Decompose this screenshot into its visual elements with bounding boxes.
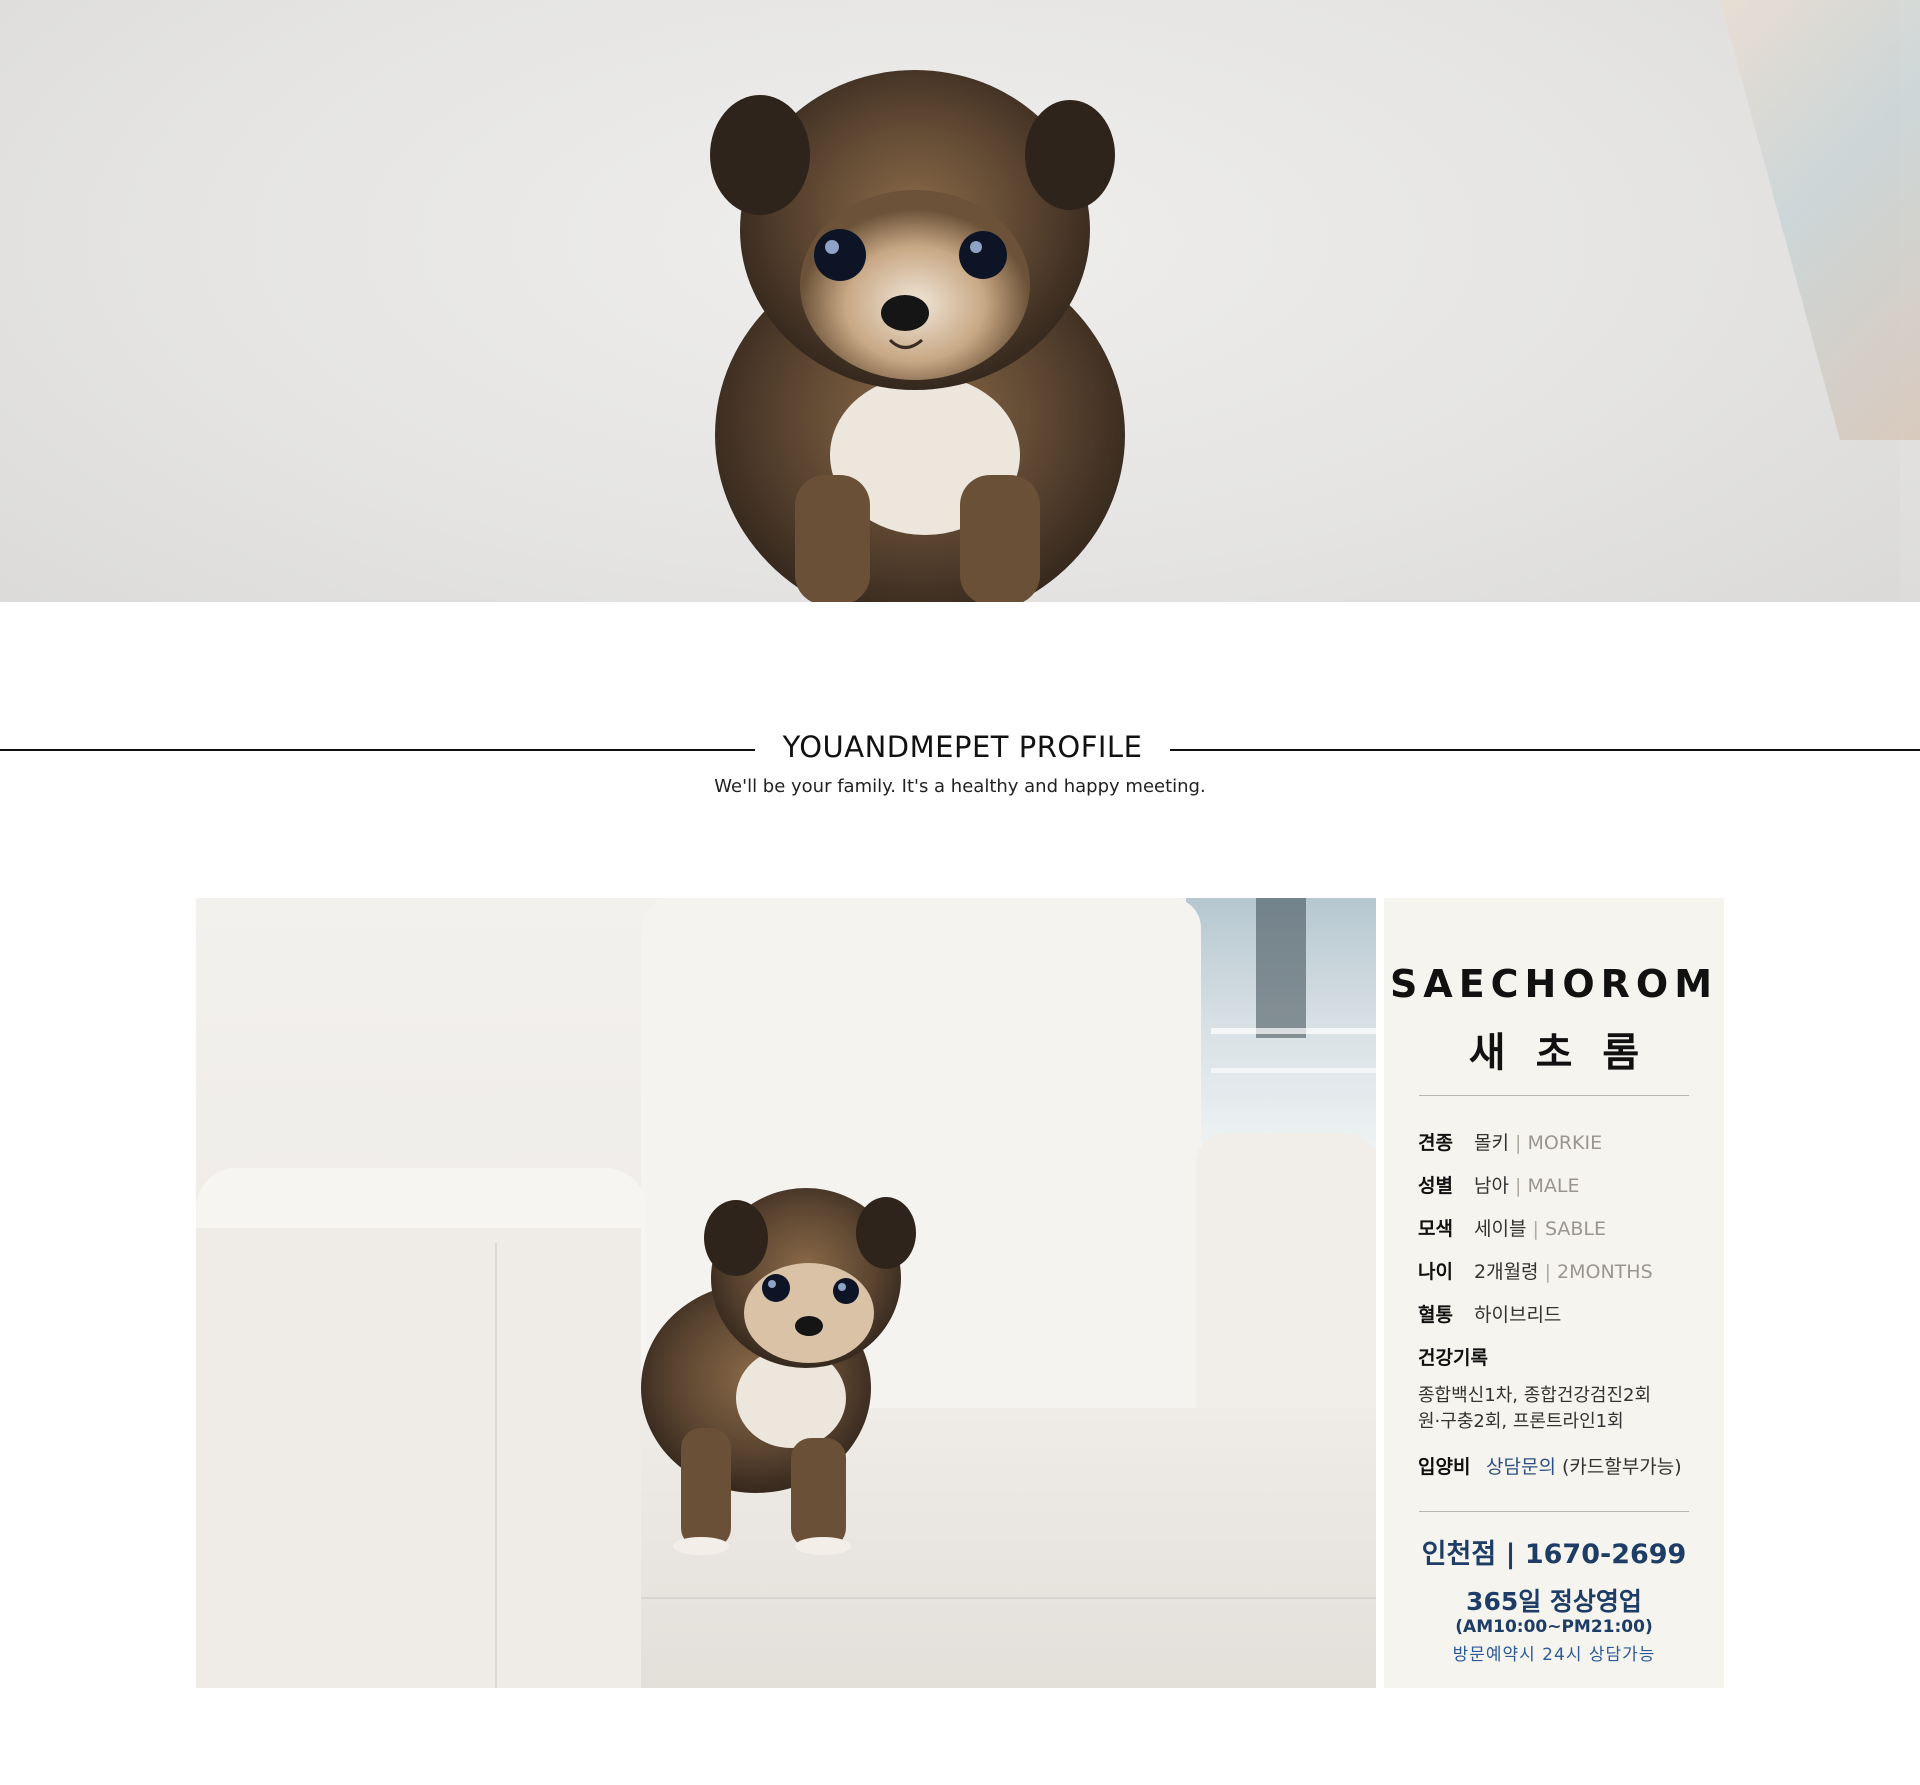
info-divider-bottom — [1419, 1511, 1689, 1512]
bloodline-value: 하이브리드 — [1474, 1304, 1562, 1326]
profile-puppy-image — [196, 898, 1376, 1688]
price-inquiry-link[interactable]: 상담문의 — [1486, 1456, 1556, 1478]
age-separator: | — [1544, 1261, 1551, 1283]
health-record: 종합백신1차, 종합건강검진2회 원·구충2회, 프론트라인1회 — [1418, 1383, 1708, 1435]
health-record-line-2: 원·구충2회, 프론트라인1회 — [1418, 1411, 1624, 1432]
color-value-english: SABLE — [1544, 1218, 1606, 1240]
branch-phone[interactable]: 인천점 | 1670-2699 — [1384, 1532, 1724, 1571]
health-label: 건강기록 — [1418, 1347, 1488, 1369]
section-subtitle: We'll be your family. It's a healthy and… — [714, 776, 1206, 797]
open-days: 365일 정상영업 — [1466, 1587, 1642, 1616]
color-label: 모색 — [1418, 1218, 1453, 1240]
bloodline-label: 혈통 — [1418, 1304, 1453, 1326]
gender-row: 성별 남아 | MALE — [1418, 1171, 1708, 1198]
color-separator: | — [1532, 1218, 1539, 1240]
color-row: 모색 세이블 | SABLE — [1418, 1214, 1708, 1241]
section-title: YOUANDMEPET PROFILE — [782, 730, 1143, 764]
price-label: 입양비 — [1418, 1456, 1471, 1478]
age-value: 2개월령 — [1474, 1261, 1539, 1283]
health-record-line-1: 종합백신1차, 종합건강검진2회 — [1418, 1385, 1652, 1406]
heading-line-left — [0, 749, 755, 751]
profile-info-panel: SAECHOROM 새초롬 견종 몰키 | MORKIE 성별 남아 | MALE … — [1384, 898, 1724, 1688]
profile-photo — [196, 898, 1376, 1688]
price-note: (카드할부가능) — [1561, 1456, 1682, 1478]
heading-line-right — [1170, 749, 1920, 751]
age-label: 나이 — [1418, 1261, 1453, 1283]
hero-puppy-image — [710, 70, 1125, 602]
hero-photo — [0, 0, 1920, 602]
price-row: 입양비 상담문의 (카드할부가능) — [1418, 1452, 1708, 1479]
breed-value-english: MORKIE — [1527, 1132, 1603, 1154]
age-row: 나이 2개월령 | 2MONTHS — [1418, 1257, 1708, 1284]
gender-value-english: MALE — [1527, 1175, 1580, 1197]
info-divider-top — [1419, 1095, 1689, 1096]
pet-name-korean: 새초롬 — [1468, 1030, 1670, 1076]
breed-value: 몰키 — [1474, 1132, 1509, 1154]
bloodline-row: 혈통 하이브리드 — [1418, 1300, 1708, 1327]
visit-consult-note: 방문예약시 24시 상담가능 — [1452, 1645, 1656, 1665]
breed-row: 견종 몰키 | MORKIE — [1418, 1128, 1708, 1155]
breed-separator: | — [1515, 1132, 1522, 1154]
gender-separator: | — [1515, 1175, 1522, 1197]
health-row: 건강기록 — [1418, 1343, 1708, 1370]
business-hours: (AM10:00~PM21:00) — [1455, 1617, 1653, 1637]
age-value-english: 2MONTHS — [1557, 1261, 1653, 1283]
pet-name-english: SAECHOROM — [1389, 962, 1719, 1006]
breed-label: 견종 — [1418, 1132, 1453, 1154]
gender-value: 남아 — [1474, 1175, 1509, 1197]
gender-label: 성별 — [1418, 1175, 1453, 1197]
color-value: 세이블 — [1474, 1218, 1527, 1240]
profile-page: YOUANDMEPET PROFILE We'll be your family… — [0, 0, 1920, 1785]
